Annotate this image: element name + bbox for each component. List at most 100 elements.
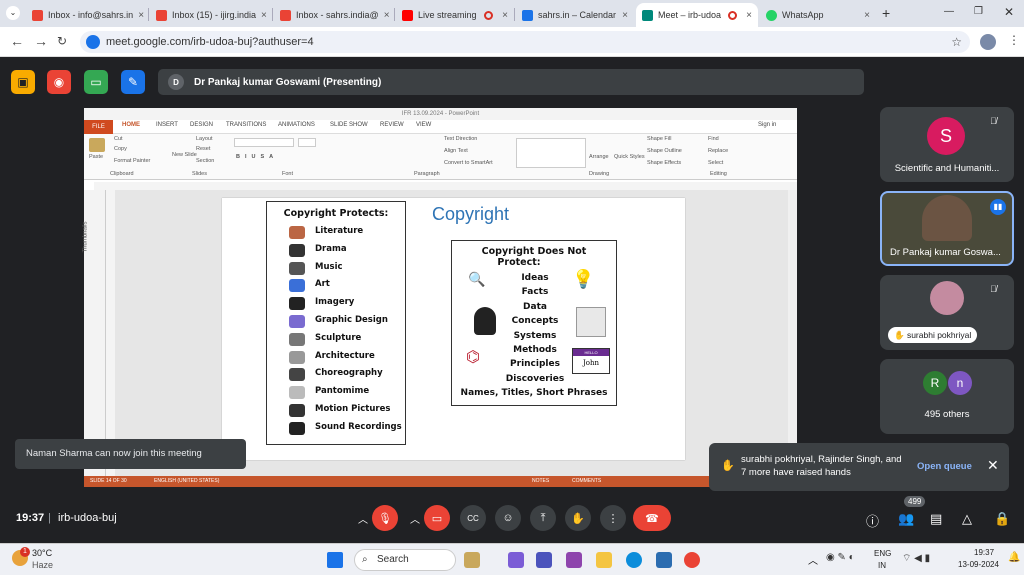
tray-icons[interactable]: ◉ ✎ ◐ xyxy=(826,552,855,563)
emoji-button[interactable]: ☺ xyxy=(495,505,521,531)
close-icon[interactable]: × xyxy=(746,10,752,21)
copy-button[interactable]: Copy xyxy=(114,146,127,152)
windows-start-icon[interactable] xyxy=(327,552,343,568)
close-icon[interactable]: × xyxy=(502,10,508,21)
tab-live-streaming[interactable]: Live streaming × xyxy=(396,3,514,27)
ppt-file-tab[interactable]: FILE xyxy=(84,120,113,134)
clock-time[interactable]: 19:37 xyxy=(974,548,994,557)
shape-effects-button[interactable]: Shape Effects xyxy=(647,160,681,166)
tab-whatsapp[interactable]: WhatsApp × xyxy=(760,3,876,27)
wifi-volume-battery-icons[interactable]: ⌔ ◀ ▮ xyxy=(902,552,930,565)
vertical-scrollbar[interactable] xyxy=(788,190,797,476)
text-direction-button[interactable]: Text Direction xyxy=(444,136,477,142)
address-bar[interactable]: meet.google.com/irb-udoa-buj?authuser=4 … xyxy=(80,31,970,53)
site-info-icon[interactable] xyxy=(86,35,100,49)
shapes-gallery[interactable] xyxy=(516,138,586,168)
companion-icon[interactable]: ▭ xyxy=(84,70,108,94)
tab-gmail-info[interactable]: Inbox - info@sahrs.in × xyxy=(26,3,148,27)
new-tab-button[interactable]: + xyxy=(882,5,890,21)
ppt-tab-view[interactable]: VIEW xyxy=(416,122,431,128)
close-icon[interactable]: × xyxy=(384,10,390,21)
reset-button[interactable]: Reset xyxy=(196,146,210,152)
activities-icon[interactable]: △ xyxy=(962,511,972,527)
font-format-buttons[interactable]: BIUSA xyxy=(236,154,278,160)
participant-tile-active-speaker[interactable]: ▮▮ Dr Pankaj kumar Goswa... xyxy=(880,191,1014,266)
host-controls-icon[interactable]: 🔒 xyxy=(994,511,1010,527)
language-line-1[interactable]: ENG xyxy=(874,549,891,558)
ppt-tab-design[interactable]: DESIGN xyxy=(190,122,213,128)
copilot-icon[interactable] xyxy=(566,552,582,568)
reload-icon[interactable]: ↻ xyxy=(57,34,67,48)
find-button[interactable]: Find xyxy=(708,136,719,142)
layout-button[interactable]: Layout xyxy=(196,136,213,142)
close-icon[interactable]: × xyxy=(261,10,267,21)
mic-options-chevron-icon[interactable]: ︿ xyxy=(358,511,368,526)
ppt-tab-transitions[interactable]: TRANSITIONS xyxy=(226,122,266,128)
leave-call-button[interactable]: ☎ xyxy=(633,505,671,531)
ppt-tab-home[interactable]: HOME xyxy=(122,122,140,128)
comments-button[interactable]: COMMENTS xyxy=(572,476,601,487)
tab-search-icon[interactable]: ⌄ xyxy=(6,6,20,20)
ppt-tab-animations[interactable]: ANIMATIONS xyxy=(278,122,315,128)
thumbnails-pane[interactable]: Thumbnails xyxy=(83,190,106,476)
chrome-icon[interactable] xyxy=(684,552,700,568)
format-painter-button[interactable]: Format Painter xyxy=(114,158,150,164)
store-icon[interactable] xyxy=(656,552,672,568)
paste-button[interactable]: Paste xyxy=(89,154,103,160)
section-button[interactable]: Section xyxy=(196,158,214,164)
ppt-tab-review[interactable]: REVIEW xyxy=(380,122,404,128)
ppt-tab-insert[interactable]: INSERT xyxy=(156,122,178,128)
task-view-icon[interactable] xyxy=(508,552,524,568)
close-icon[interactable]: × xyxy=(864,10,870,21)
shape-fill-button[interactable]: Shape Fill xyxy=(647,136,671,142)
participant-tile[interactable]: 🎙̸ S Scientific and Humaniti... xyxy=(880,107,1014,182)
tab-gmail-ijirg[interactable]: Inbox (15) - ijirg.india × xyxy=(150,3,272,27)
window-close-button[interactable]: ✕ xyxy=(1004,5,1014,19)
ppt-tab-slideshow[interactable]: SLIDE SHOW xyxy=(330,122,368,128)
raise-hand-button[interactable]: ✋ xyxy=(565,505,591,531)
tab-gmail-sahrs[interactable]: Inbox - sahrs.india@ × xyxy=(274,3,394,27)
meeting-info-icon[interactable]: ⓘ xyxy=(866,511,879,530)
camera-options-chevron-icon[interactable]: ︿ xyxy=(410,511,420,526)
forward-arrow-icon[interactable]: → xyxy=(34,33,48,49)
present-button[interactable]: ⤒ xyxy=(530,505,556,531)
select-button[interactable]: Select xyxy=(708,160,723,166)
mic-off-button[interactable]: 🎙 xyxy=(372,505,398,531)
bookmark-star-icon[interactable]: ☆ xyxy=(951,31,962,53)
new-slide-button[interactable]: New Slide xyxy=(172,152,197,158)
record-icon[interactable]: ◉ xyxy=(47,70,71,94)
others-tile[interactable]: R n 495 others xyxy=(880,359,1014,434)
paste-icon[interactable] xyxy=(89,138,105,152)
notifications-icon[interactable]: 🔔 xyxy=(1008,552,1020,563)
align-text-button[interactable]: Align Text xyxy=(444,148,468,154)
back-arrow-icon[interactable]: ← xyxy=(10,33,24,49)
people-icon[interactable]: 👥 xyxy=(898,511,914,527)
widgets-icon[interactable] xyxy=(464,552,480,568)
activities-icon[interactable]: ✎ xyxy=(121,70,145,94)
tab-calendar[interactable]: sahrs.in – Calendar × xyxy=(516,3,634,27)
camera-off-button[interactable]: ▭ xyxy=(424,505,450,531)
captions-off-icon[interactable]: ▣ xyxy=(11,70,35,94)
menu-dots-icon[interactable]: ⋮ xyxy=(1008,33,1020,47)
replace-button[interactable]: Replace xyxy=(708,148,728,154)
minimize-button[interactable]: — xyxy=(944,6,954,17)
font-size-select[interactable] xyxy=(298,138,316,147)
restore-button[interactable]: ❐ xyxy=(974,6,983,17)
ppt-sign-in[interactable]: Sign in xyxy=(758,122,776,128)
smartart-button[interactable]: Convert to SmartArt xyxy=(444,160,493,166)
close-icon[interactable]: ✕ xyxy=(987,457,999,474)
profile-avatar[interactable] xyxy=(980,34,996,50)
open-queue-button[interactable]: Open queue xyxy=(917,461,972,472)
edge-icon[interactable] xyxy=(626,552,642,568)
tab-meet[interactable]: Meet – irb-udoa × xyxy=(636,3,758,27)
shape-outline-button[interactable]: Shape Outline xyxy=(647,148,682,154)
taskbar-search[interactable]: ⌕ Search xyxy=(354,549,456,571)
cut-button[interactable]: Cut xyxy=(114,136,123,142)
close-icon[interactable]: × xyxy=(622,10,628,21)
tray-chevron-icon[interactable]: ︿ xyxy=(808,552,818,567)
more-options-button[interactable]: ⋮ xyxy=(600,505,626,531)
captions-button[interactable]: CC xyxy=(460,505,486,531)
file-explorer-icon[interactable] xyxy=(596,552,612,568)
quick-styles-button[interactable]: Quick Styles xyxy=(614,154,645,160)
close-icon[interactable]: × xyxy=(138,10,144,21)
